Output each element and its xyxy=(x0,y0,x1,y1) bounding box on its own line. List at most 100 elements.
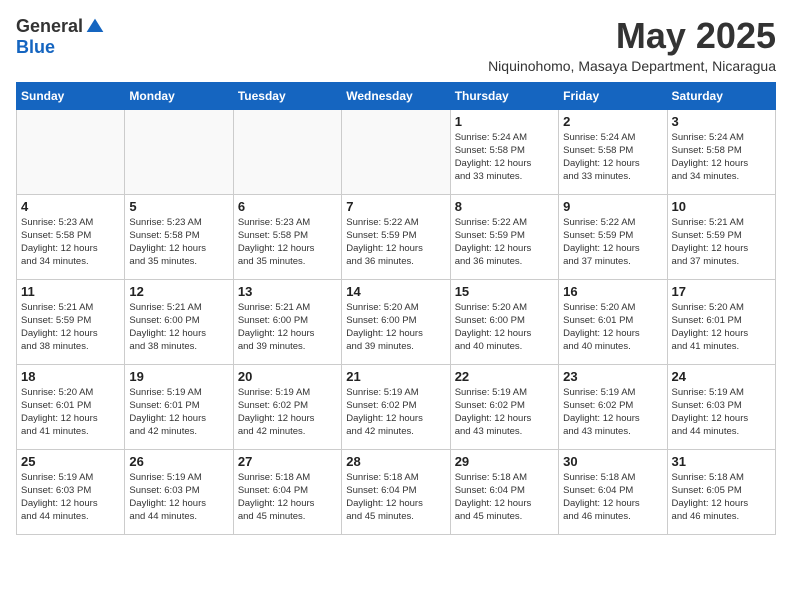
day-number: 4 xyxy=(21,199,120,214)
calendar-header-tuesday: Tuesday xyxy=(233,82,341,109)
day-info: Sunrise: 5:21 AM Sunset: 6:00 PM Dayligh… xyxy=(238,301,337,354)
day-number: 12 xyxy=(129,284,228,299)
calendar-cell: 28 Sunrise: 5:18 AM Sunset: 6:04 PM Dayli… xyxy=(342,449,450,534)
calendar-cell: 11Sunrise: 5:21 AM Sunset: 5:59 PM Dayli… xyxy=(17,279,125,364)
day-number: 19 xyxy=(129,369,228,384)
week-row-2: 4 Sunrise: 5:23 AM Sunset: 5:58 PM Daylig… xyxy=(17,194,776,279)
day-number: 20 xyxy=(238,369,337,384)
calendar-header-sunday: Sunday xyxy=(17,82,125,109)
day-info: Sunrise: 5:20 AM Sunset: 6:01 PM Dayligh… xyxy=(563,301,662,354)
day-number: 9 xyxy=(563,199,662,214)
day-number: 27 xyxy=(238,454,337,469)
day-number: 21 xyxy=(346,369,445,384)
day-number: 28 xyxy=(346,454,445,469)
calendar-cell xyxy=(17,109,125,194)
day-info: Sunrise: 5:19 AM Sunset: 6:03 PM Dayligh… xyxy=(21,471,120,524)
calendar-cell: 13 Sunrise: 5:21 AM Sunset: 6:00 PM Dayli… xyxy=(233,279,341,364)
calendar-cell: 3 Sunrise: 5:24 AM Sunset: 5:58 PM Daylig… xyxy=(667,109,775,194)
day-info: Sunrise: 5:19 AM Sunset: 6:03 PM Dayligh… xyxy=(129,471,228,524)
day-number: 26 xyxy=(129,454,228,469)
day-number: 25 xyxy=(21,454,120,469)
day-info: Sunrise: 5:21 AM Sunset: 5:59 PM Dayligh… xyxy=(21,301,120,354)
day-info: Sunrise: 5:19 AM Sunset: 6:02 PM Dayligh… xyxy=(563,386,662,439)
week-row-3: 11Sunrise: 5:21 AM Sunset: 5:59 PM Dayli… xyxy=(17,279,776,364)
day-number: 5 xyxy=(129,199,228,214)
week-row-5: 25 Sunrise: 5:19 AM Sunset: 6:03 PM Dayli… xyxy=(17,449,776,534)
day-info: Sunrise: 5:21 AM Sunset: 5:59 PM Dayligh… xyxy=(672,216,771,269)
day-number: 30 xyxy=(563,454,662,469)
calendar-header-friday: Friday xyxy=(559,82,667,109)
calendar-cell: 12 Sunrise: 5:21 AM Sunset: 6:00 PM Dayli… xyxy=(125,279,233,364)
day-info: Sunrise: 5:22 AM Sunset: 5:59 PM Dayligh… xyxy=(563,216,662,269)
day-info: Sunrise: 5:24 AM Sunset: 5:58 PM Dayligh… xyxy=(672,131,771,184)
calendar-cell: 25 Sunrise: 5:19 AM Sunset: 6:03 PM Dayli… xyxy=(17,449,125,534)
calendar-cell: 7 Sunrise: 5:22 AM Sunset: 5:59 PM Daylig… xyxy=(342,194,450,279)
month-title: May 2025 xyxy=(488,16,776,56)
week-row-1: 1Sunrise: 5:24 AM Sunset: 5:58 PM Daylig… xyxy=(17,109,776,194)
day-info: Sunrise: 5:24 AM Sunset: 5:58 PM Dayligh… xyxy=(563,131,662,184)
logo-icon xyxy=(85,17,105,37)
calendar-cell: 29Sunrise: 5:18 AM Sunset: 6:04 PM Dayli… xyxy=(450,449,558,534)
calendar-cell: 2 Sunrise: 5:24 AM Sunset: 5:58 PM Daylig… xyxy=(559,109,667,194)
day-number: 24 xyxy=(672,369,771,384)
day-number: 10 xyxy=(672,199,771,214)
calendar-cell: 1Sunrise: 5:24 AM Sunset: 5:58 PM Daylig… xyxy=(450,109,558,194)
day-number: 13 xyxy=(238,284,337,299)
calendar-header-thursday: Thursday xyxy=(450,82,558,109)
day-info: Sunrise: 5:18 AM Sunset: 6:04 PM Dayligh… xyxy=(455,471,554,524)
calendar-cell: 6 Sunrise: 5:23 AM Sunset: 5:58 PM Daylig… xyxy=(233,194,341,279)
calendar-cell: 30Sunrise: 5:18 AM Sunset: 6:04 PM Dayli… xyxy=(559,449,667,534)
day-info: Sunrise: 5:18 AM Sunset: 6:04 PM Dayligh… xyxy=(238,471,337,524)
day-info: Sunrise: 5:19 AM Sunset: 6:03 PM Dayligh… xyxy=(672,386,771,439)
calendar-cell: 22 Sunrise: 5:19 AM Sunset: 6:02 PM Dayli… xyxy=(450,364,558,449)
day-info: Sunrise: 5:20 AM Sunset: 6:01 PM Dayligh… xyxy=(21,386,120,439)
calendar-cell: 27 Sunrise: 5:18 AM Sunset: 6:04 PM Dayli… xyxy=(233,449,341,534)
calendar-cell: 16Sunrise: 5:20 AM Sunset: 6:01 PM Dayli… xyxy=(559,279,667,364)
calendar-cell: 24 Sunrise: 5:19 AM Sunset: 6:03 PM Dayli… xyxy=(667,364,775,449)
calendar-header-wednesday: Wednesday xyxy=(342,82,450,109)
calendar-table: SundayMondayTuesdayWednesdayThursdayFrid… xyxy=(16,82,776,535)
calendar-cell: 21 Sunrise: 5:19 AM Sunset: 6:02 PM Dayli… xyxy=(342,364,450,449)
day-number: 22 xyxy=(455,369,554,384)
calendar-cell: 31 Sunrise: 5:18 AM Sunset: 6:05 PM Dayli… xyxy=(667,449,775,534)
location-title: Niquinohomo, Masaya Department, Nicaragu… xyxy=(488,58,776,74)
logo-blue-text: Blue xyxy=(16,37,55,58)
calendar-cell xyxy=(233,109,341,194)
calendar-cell xyxy=(342,109,450,194)
day-info: Sunrise: 5:23 AM Sunset: 5:58 PM Dayligh… xyxy=(238,216,337,269)
day-info: Sunrise: 5:20 AM Sunset: 6:00 PM Dayligh… xyxy=(346,301,445,354)
day-number: 7 xyxy=(346,199,445,214)
day-info: Sunrise: 5:18 AM Sunset: 6:05 PM Dayligh… xyxy=(672,471,771,524)
day-info: Sunrise: 5:19 AM Sunset: 6:02 PM Dayligh… xyxy=(346,386,445,439)
day-number: 2 xyxy=(563,114,662,129)
day-number: 31 xyxy=(672,454,771,469)
logo-general-text: General xyxy=(16,16,83,37)
day-info: Sunrise: 5:21 AM Sunset: 6:00 PM Dayligh… xyxy=(129,301,228,354)
calendar-cell: 18Sunrise: 5:20 AM Sunset: 6:01 PM Dayli… xyxy=(17,364,125,449)
day-info: Sunrise: 5:19 AM Sunset: 6:01 PM Dayligh… xyxy=(129,386,228,439)
day-number: 23 xyxy=(563,369,662,384)
calendar-cell: 4Sunrise: 5:23 AM Sunset: 5:58 PM Daylig… xyxy=(17,194,125,279)
day-number: 14 xyxy=(346,284,445,299)
week-row-4: 18Sunrise: 5:20 AM Sunset: 6:01 PM Dayli… xyxy=(17,364,776,449)
day-info: Sunrise: 5:22 AM Sunset: 5:59 PM Dayligh… xyxy=(455,216,554,269)
logo: General Blue xyxy=(16,16,105,58)
calendar-cell: 10 Sunrise: 5:21 AM Sunset: 5:59 PM Dayli… xyxy=(667,194,775,279)
calendar-cell: 20Sunrise: 5:19 AM Sunset: 6:02 PM Dayli… xyxy=(233,364,341,449)
calendar-cell: 5 Sunrise: 5:23 AM Sunset: 5:58 PM Daylig… xyxy=(125,194,233,279)
day-info: Sunrise: 5:24 AM Sunset: 5:58 PM Dayligh… xyxy=(455,131,554,184)
day-info: Sunrise: 5:23 AM Sunset: 5:58 PM Dayligh… xyxy=(129,216,228,269)
day-number: 6 xyxy=(238,199,337,214)
calendar-cell: 17 Sunrise: 5:20 AM Sunset: 6:01 PM Dayli… xyxy=(667,279,775,364)
calendar-cell: 9 Sunrise: 5:22 AM Sunset: 5:59 PM Daylig… xyxy=(559,194,667,279)
day-number: 3 xyxy=(672,114,771,129)
day-number: 17 xyxy=(672,284,771,299)
day-info: Sunrise: 5:18 AM Sunset: 6:04 PM Dayligh… xyxy=(346,471,445,524)
day-info: Sunrise: 5:22 AM Sunset: 5:59 PM Dayligh… xyxy=(346,216,445,269)
calendar-cell: 14 Sunrise: 5:20 AM Sunset: 6:00 PM Dayli… xyxy=(342,279,450,364)
calendar-cell: 8Sunrise: 5:22 AM Sunset: 5:59 PM Daylig… xyxy=(450,194,558,279)
day-info: Sunrise: 5:20 AM Sunset: 6:01 PM Dayligh… xyxy=(672,301,771,354)
day-info: Sunrise: 5:19 AM Sunset: 6:02 PM Dayligh… xyxy=(455,386,554,439)
calendar-cell xyxy=(125,109,233,194)
calendar-cell: 26 Sunrise: 5:19 AM Sunset: 6:03 PM Dayli… xyxy=(125,449,233,534)
